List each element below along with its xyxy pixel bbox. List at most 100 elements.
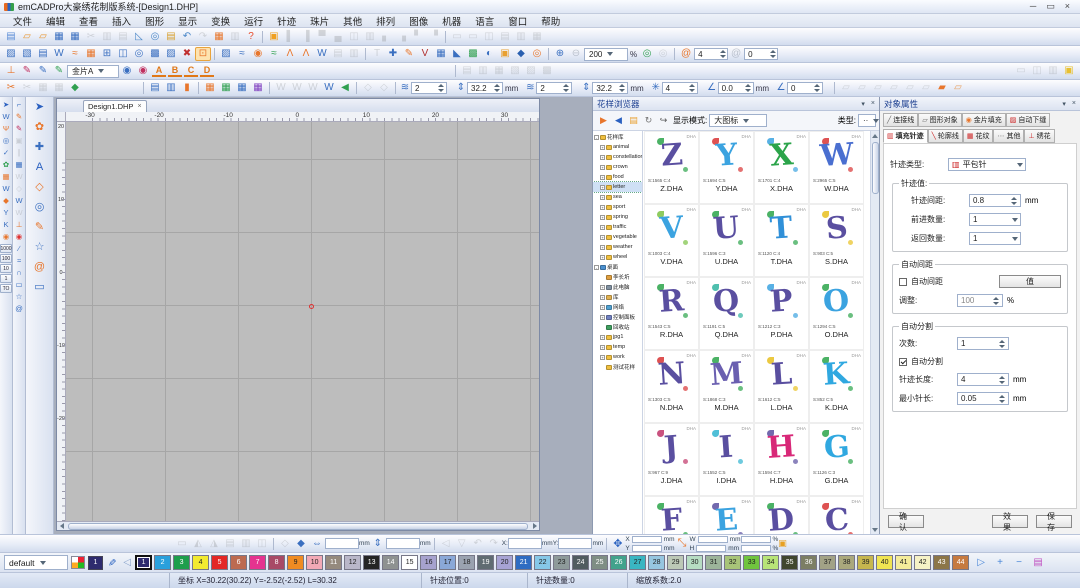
palette-action-icon[interactable]: ▤ <box>1030 556 1046 570</box>
display-mode-icon[interactable]: ▦ <box>202 81 218 95</box>
tree-item[interactable]: + sea <box>593 192 642 202</box>
zoom-tool-icon[interactable]: ◎ <box>655 47 671 61</box>
pattern-thumb[interactable]: DHA P S:1212 C:3 P.DHA <box>754 277 809 350</box>
tree-item[interactable]: + traffic <box>593 222 642 232</box>
param-field[interactable]: 32.2 <box>592 82 628 94</box>
palette-action-icon[interactable]: + <box>992 556 1008 570</box>
pattern-thumb[interactable]: DHA Q S:1191 C:5 Q.DHA <box>699 277 754 350</box>
color-swatch[interactable]: 3 <box>173 555 190 570</box>
toolbar-icon[interactable]: ▤ <box>497 30 513 44</box>
mirror-tool-icon[interactable]: ↷ <box>486 537 502 551</box>
adjust-field[interactable]: 100 <box>957 294 1003 307</box>
toolbar-icon[interactable]: ▦ <box>51 30 67 44</box>
height-input[interactable] <box>386 538 420 549</box>
tree-item[interactable]: + 此电脑 <box>593 282 642 292</box>
pin-icon[interactable]: ▾ <box>861 100 865 108</box>
toolbar-icon[interactable]: ▥ <box>475 64 491 78</box>
tree-expander[interactable]: + <box>600 235 605 240</box>
tree-expander[interactable]: + <box>600 225 605 230</box>
toolbar-icon[interactable]: ▦ <box>211 30 227 44</box>
size-w-input[interactable] <box>698 536 728 543</box>
tree-item[interactable]: 李长圻 <box>593 272 642 282</box>
toolbar-icon[interactable]: ◇ <box>376 81 392 95</box>
palette-grid-icon[interactable] <box>71 556 85 569</box>
move-icon[interactable]: ✥ <box>610 536 625 551</box>
side-tool-icon[interactable]: ∕ <box>13 243 25 255</box>
color-swatch[interactable]: 41 <box>895 555 912 570</box>
side-tool-icon[interactable]: ◉ <box>13 231 25 243</box>
properties-tab[interactable]: ◉ 金片填充 <box>962 113 1006 127</box>
palette-action-icon[interactable]: ▷ <box>973 556 989 570</box>
arrange-tool-icon[interactable]: ◆ <box>293 537 309 551</box>
side-tool-icon[interactable]: A <box>29 159 51 176</box>
draw-tool-icon[interactable]: ▩ <box>465 47 481 61</box>
width-input[interactable] <box>325 538 359 549</box>
color-swatch[interactable]: 2 <box>154 555 171 570</box>
tree-expander[interactable]: + <box>600 155 605 160</box>
menu-item[interactable]: 针迹 <box>270 14 303 28</box>
tree-expander[interactable] <box>600 275 605 280</box>
side-tool-icon[interactable]: Y <box>0 207 12 219</box>
stitch-tool-icon[interactable]: ✖ <box>179 47 195 61</box>
scroll-right-icon[interactable] <box>530 522 539 530</box>
side-tool-icon[interactable]: K <box>0 219 12 231</box>
side-tool-icon[interactable]: ▦ <box>0 171 12 183</box>
zoom-tool-icon[interactable]: ◎ <box>639 47 655 61</box>
color-swatch[interactable]: 33 <box>743 555 760 570</box>
side-tool-icon[interactable]: ✚ <box>29 139 51 156</box>
min-stitch-field[interactable]: 0.05 <box>957 392 1009 405</box>
color-swatch[interactable]: 5 <box>211 555 228 570</box>
properties-tab[interactable]: ▱ 图形对象 <box>918 113 961 127</box>
side-tool-icon[interactable]: ▭ <box>29 279 51 296</box>
value-button[interactable]: 值 <box>999 275 1061 288</box>
pattern-thumb[interactable]: DHA Z S:1565 C:4 Z.DHA <box>644 131 699 204</box>
return-count-select[interactable]: 1 <box>969 232 1021 245</box>
stitch-tool-icon[interactable]: ▤ <box>330 47 346 61</box>
tree-expander[interactable]: + <box>600 185 605 190</box>
tree-expander[interactable]: + <box>600 295 605 300</box>
draw-tool-icon[interactable]: ◆ <box>513 47 529 61</box>
side-tool-icon[interactable]: ▦ <box>13 159 25 171</box>
color-swatch[interactable]: 34 <box>762 555 779 570</box>
tree-item[interactable]: + jpg1 <box>593 332 642 342</box>
color-swatch[interactable]: 16 <box>420 555 437 570</box>
arrange-tool-icon[interactable]: ▤ <box>222 537 238 551</box>
connector-tool-icon[interactable]: ▱ <box>854 81 870 95</box>
side-tool-icon[interactable]: W <box>0 111 12 123</box>
tree-expander[interactable]: + <box>600 145 605 150</box>
menu-item[interactable]: 珠片 <box>303 14 336 28</box>
pattern-thumb[interactable]: DHA T S:1120 C:4 T.DHA <box>754 204 809 277</box>
color-swatch[interactable]: 23 <box>553 555 570 570</box>
tree-item[interactable]: + 网络 <box>593 302 642 312</box>
color-swatch[interactable]: 27 <box>629 555 646 570</box>
pattern-thumb[interactable]: DHA I S:1552 C:5 I.DHA <box>699 423 754 496</box>
edit-tool-icon[interactable]: ✂ <box>3 81 19 95</box>
stitch-tool-icon[interactable]: ▩ <box>147 47 163 61</box>
menu-item[interactable]: 窗口 <box>501 14 534 28</box>
save-button[interactable]: 保存 <box>1036 515 1072 528</box>
browser-tool-icon[interactable]: ◀ <box>611 113 626 128</box>
toolbar-icon[interactable]: ▄ <box>330 30 346 44</box>
tree-expander[interactable]: + <box>600 195 605 200</box>
color-swatch[interactable]: 22 <box>534 555 551 570</box>
param-field[interactable]: 0 <box>787 82 823 94</box>
tree-item[interactable]: 测试花样 <box>593 362 642 372</box>
color-swatch[interactable]: 25 <box>591 555 608 570</box>
zoom-preset-button[interactable]: 1 <box>0 274 12 283</box>
restore-button[interactable]: ▭ <box>1046 1 1055 12</box>
menu-item[interactable]: 变换 <box>204 14 237 28</box>
side-tool-icon[interactable]: ◆ <box>0 195 12 207</box>
toolbar-icon[interactable]: ▥ <box>227 30 243 44</box>
color-swatch[interactable]: 10 <box>306 555 323 570</box>
color-swatch[interactable]: 39 <box>857 555 874 570</box>
toolbar-icon[interactable]: ◫ <box>346 30 362 44</box>
browser-tool-icon[interactable]: ↪ <box>656 113 671 128</box>
tree-item[interactable]: + weather <box>593 242 642 252</box>
stitch-tool-icon[interactable]: ▨ <box>163 47 179 61</box>
arrange-tool-icon[interactable]: ▭ <box>174 537 190 551</box>
zoom-in-icon[interactable]: ⊕ <box>552 47 568 61</box>
zoom-preset-button[interactable]: TO <box>0 284 12 293</box>
toolbar-icon[interactable]: ▘ <box>410 30 426 44</box>
simulate-tool-icon[interactable]: W <box>273 81 289 95</box>
edit-tool-icon[interactable]: ▦ <box>51 81 67 95</box>
